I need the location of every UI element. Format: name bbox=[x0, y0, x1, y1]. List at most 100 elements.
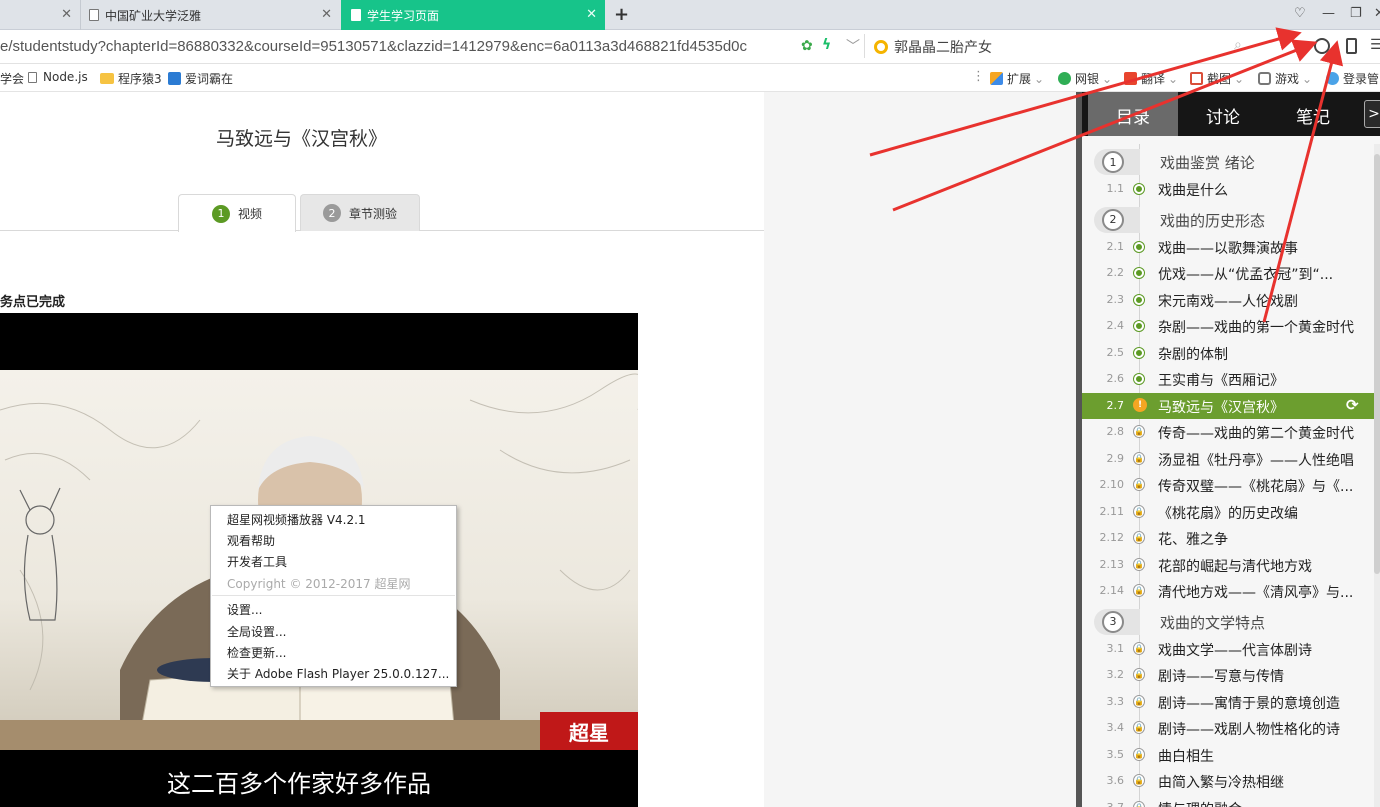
search-engine-icon[interactable] bbox=[874, 40, 888, 54]
tab-video[interactable]: 1 视频 bbox=[178, 194, 296, 232]
folder-icon bbox=[100, 73, 114, 84]
speed-mode-icon[interactable]: ϟ bbox=[822, 37, 831, 53]
menu-item-global-settings[interactable]: 全局设置... bbox=[227, 623, 286, 640]
chapter-header[interactable]: 1 戏曲鉴赏 绪论 bbox=[1082, 149, 1374, 175]
page-icon bbox=[28, 71, 37, 83]
chapter-header[interactable]: 3 戏曲的文学特点 bbox=[1082, 608, 1374, 635]
toolbar-bank[interactable]: 网银 ⌄ bbox=[1058, 70, 1112, 87]
outline-item[interactable]: 2.11 🔒 《桃花扇》的历史改编 bbox=[1082, 499, 1374, 525]
chapter-number-icon: 2 bbox=[1102, 208, 1124, 231]
browser-tab[interactable]: 中国矿业大学泛雅 ✕ bbox=[80, 0, 340, 30]
toolbar-login[interactable]: 登录管 bbox=[1326, 70, 1379, 87]
item-number: 2.14 bbox=[1099, 584, 1125, 597]
outline-item[interactable]: 3.3 🔒 剧诗——寓情于景的意境创造 bbox=[1082, 689, 1374, 715]
toolbar-screenshot[interactable]: 截图 ⌄ bbox=[1190, 70, 1244, 87]
translate-icon bbox=[1124, 72, 1137, 85]
close-window-button[interactable]: ✕ bbox=[1374, 6, 1380, 21]
outline-item[interactable]: 3.4 🔒 剧诗——戏剧人物性格化的诗 bbox=[1082, 715, 1374, 741]
bookmark-item[interactable]: 爱词霸在 bbox=[168, 70, 233, 87]
refresh-icon[interactable]: ⟳ bbox=[1346, 396, 1359, 414]
item-number: 3.2 bbox=[1106, 668, 1125, 681]
outline-item[interactable]: 2.5 杂剧的体制 bbox=[1082, 340, 1374, 366]
item-number: 2.13 bbox=[1099, 557, 1125, 571]
outline-item[interactable]: 2.7! 马致远与《汉宫秋》 ⟳ bbox=[1082, 392, 1374, 419]
outline-item[interactable]: 2.3 宋元南戏——人伦戏剧 bbox=[1082, 287, 1374, 313]
bookmark-item[interactable]: 程序猿3 bbox=[100, 70, 162, 87]
tab-catalog[interactable]: 目录 bbox=[1116, 103, 1150, 128]
outline-item[interactable]: 2.6 王实甫与《西厢记》 bbox=[1082, 366, 1374, 392]
item-number: 2.8 bbox=[1106, 425, 1125, 438]
browser-tab-active[interactable]: 学生学习页面 ✕ bbox=[341, 0, 605, 30]
extensions-icon bbox=[990, 72, 1003, 85]
lock-icon: 🔒 bbox=[1133, 451, 1145, 465]
browser-tab[interactable]: ✕ bbox=[0, 0, 80, 30]
outline-item[interactable]: 2.9 🔒 汤显祖《牡丹亭》——人性绝唱 bbox=[1082, 446, 1374, 472]
completed-dot-icon bbox=[1134, 268, 1144, 278]
toolbar-extensions[interactable]: 扩展 ⌄ bbox=[990, 70, 1044, 87]
outline-item[interactable]: 2.1 戏曲——以歌舞演故事 bbox=[1082, 234, 1374, 260]
close-tab-icon[interactable]: ✕ bbox=[586, 7, 597, 22]
search-suggestion[interactable]: 郭晶晶二胎产女 bbox=[894, 37, 992, 57]
item-number: 3.5 bbox=[1106, 747, 1125, 761]
item-number: 3.1 bbox=[1106, 641, 1125, 655]
outline-item[interactable]: 3.1 🔒 戏曲文学——代言体剧诗 bbox=[1082, 636, 1374, 662]
lock-icon: 🔒 bbox=[1133, 694, 1145, 708]
more-icon[interactable]: ⋮ bbox=[972, 69, 985, 84]
outline-item[interactable]: 3.2 🔒 剧诗——写意与传情 bbox=[1082, 662, 1374, 688]
chapter-header[interactable]: 2 戏曲的历史形态 bbox=[1082, 206, 1374, 233]
chevron-right-icon[interactable]: > bbox=[1364, 100, 1380, 128]
menu-item-about-flash[interactable]: 关于 Adobe Flash Player 25.0.0.127... bbox=[227, 665, 449, 682]
outline-item[interactable]: 2.4 杂剧——戏曲的第一个黄金时代 bbox=[1082, 313, 1374, 339]
outline-item[interactable]: 2.14 🔒 清代地方戏——《清风亭》与... bbox=[1082, 578, 1374, 604]
minimize-button[interactable]: — bbox=[1322, 6, 1335, 21]
menu-item-devtools[interactable]: 开发者工具 bbox=[227, 553, 287, 570]
sidebar-tab-bar: 目录 讨论 笔记 > bbox=[1082, 92, 1380, 136]
outline-item[interactable]: 2.12 🔒 花、雅之争 bbox=[1082, 525, 1374, 551]
refresh-page-icon[interactable] bbox=[1314, 38, 1330, 54]
outline-item[interactable]: 1.1 戏曲是什么 bbox=[1082, 176, 1374, 202]
tab-label: 学生学习页面 bbox=[367, 8, 440, 23]
completed-dot-icon bbox=[1134, 241, 1144, 252]
toolbar-game[interactable]: 游戏 ⌄ bbox=[1258, 70, 1312, 87]
menu-item-settings[interactable]: 设置... bbox=[227, 601, 262, 618]
menu-item-player-version[interactable]: 超星网视频播放器 V4.2.1 bbox=[227, 511, 366, 528]
outline-item[interactable]: 3.7 🔒 情与理的融合 bbox=[1082, 795, 1374, 807]
menu-icon[interactable]: ☰ bbox=[1370, 37, 1380, 53]
url-field[interactable]: e/studentstudy?chapterId=86880332&course… bbox=[0, 38, 747, 55]
outline-item[interactable]: 2.2 优戏——从“优孟衣冠”到“... bbox=[1082, 260, 1374, 286]
menu-item-help[interactable]: 观看帮助 bbox=[227, 532, 275, 549]
tab-chapter-quiz[interactable]: 2 章节测验 bbox=[300, 194, 420, 231]
skin-icon[interactable]: ♡ bbox=[1294, 6, 1306, 21]
item-title: 由简入繁与冷热相继 bbox=[1158, 775, 1284, 791]
dropdown-icon[interactable]: ﹀ bbox=[846, 36, 860, 56]
sidebar-scrollbar-thumb[interactable] bbox=[1374, 154, 1380, 574]
menu-item-check-updates[interactable]: 检查更新... bbox=[227, 644, 286, 661]
new-tab-button[interactable]: + bbox=[614, 4, 629, 25]
page-icon bbox=[89, 9, 99, 21]
close-tab-icon[interactable]: ✕ bbox=[321, 7, 332, 22]
bookmarks-bar: 学会 Node.js 程序猿3 爱词霸在 ⋮ 扩展 ⌄ 网银 ⌄ 翻译 ⌄ 截图 ⌄ 游… bbox=[0, 64, 1380, 92]
bookmark-item[interactable]: 学会 bbox=[0, 70, 24, 87]
restore-button[interactable]: ❐ bbox=[1350, 6, 1362, 21]
tab-number-badge: 1 bbox=[211, 204, 230, 223]
item-title: 清代地方戏——《清风亭》与... bbox=[1158, 585, 1354, 601]
search-icon[interactable]: ⌕ bbox=[1234, 37, 1242, 53]
outline-item[interactable]: 2.10 🔒 传奇双璧——《桃花扇》与《... bbox=[1082, 472, 1374, 498]
outline-item[interactable]: 2.13 🔒 花部的崛起与清代地方戏 bbox=[1082, 552, 1374, 578]
chapter-title: 戏曲的历史形态 bbox=[1160, 211, 1266, 230]
toolbar-label: 游戏 bbox=[1275, 72, 1300, 86]
bookmark-item[interactable]: Node.js bbox=[28, 70, 88, 84]
lock-icon: 🔒 bbox=[1133, 557, 1145, 571]
security-icon[interactable]: ✿ bbox=[801, 38, 813, 54]
tab-discussion[interactable]: 讨论 bbox=[1206, 103, 1240, 128]
outline-item[interactable]: 3.6 🔒 由简入繁与冷热相继 bbox=[1082, 768, 1374, 794]
lock-icon: 🔒 bbox=[1133, 641, 1145, 655]
mobile-icon[interactable] bbox=[1346, 38, 1357, 54]
tab-notes[interactable]: 笔记 bbox=[1296, 103, 1330, 128]
menu-item-copyright: Copyright © 2012-2017 超星网 bbox=[227, 577, 411, 591]
toolbar-translate[interactable]: 翻译 ⌄ bbox=[1124, 70, 1178, 87]
outline-item[interactable]: 3.5 🔒 曲白相生 bbox=[1082, 742, 1374, 768]
outline-item[interactable]: 2.8 🔒 传奇——戏曲的第二个黄金时代 bbox=[1082, 419, 1374, 445]
close-tab-icon[interactable]: ✕ bbox=[61, 7, 72, 22]
lock-icon: 🔒 bbox=[1133, 668, 1145, 681]
